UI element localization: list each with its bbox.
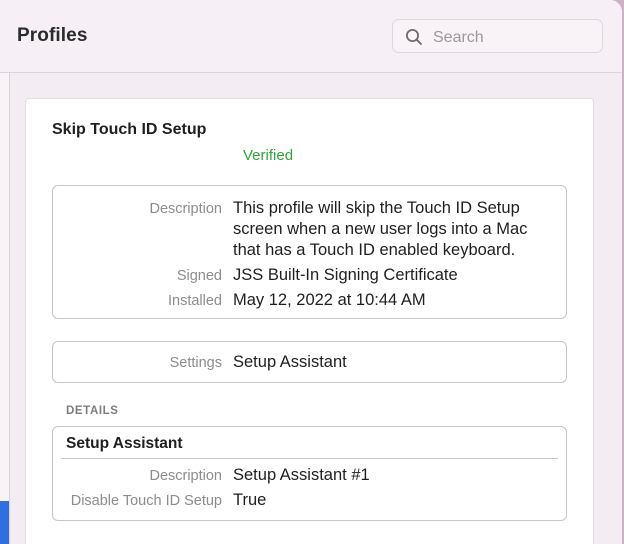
description-line-2: screen when a new user logs into a Mac [233,220,528,238]
profile-summary-box: Description This profile will skip the T… [52,185,567,319]
details-header: DETAILS [66,405,119,417]
signed-value: JSS Built-In Signing Certificate [233,266,458,284]
disable-touch-id-label: Disable Touch ID Setup [70,493,222,509]
title-bar: Profiles Search [0,0,622,73]
profile-detail-panel: Skip Touch ID Setup Verified Description… [25,98,594,544]
disable-touch-id-value: True [233,491,267,509]
installed-label: Installed [167,293,222,309]
details-description-value: Setup Assistant #1 [233,466,370,484]
profile-name: Skip Touch ID Setup [52,121,207,138]
setup-assistant-title: Setup Assistant [66,435,183,452]
search-field[interactable]: Search [392,19,603,53]
settings-box: Settings Setup Assistant [52,341,567,383]
sidebar-selected-item[interactable] [0,501,9,544]
sidebar [0,73,10,544]
description-line-1: This profile will skip the Touch ID Setu… [233,199,520,217]
profiles-window: Profiles Search Skip Touch ID Setup Veri… [0,0,622,544]
description-label: Description [149,201,222,217]
settings-label: Settings [169,355,222,371]
window-title: Profiles [17,25,88,46]
installed-value: May 12, 2022 at 10:44 AM [233,291,426,309]
search-icon [406,29,422,45]
description-line-3: that has a Touch ID enabled keyboard. [233,241,516,259]
settings-value: Setup Assistant [233,353,347,371]
verified-status: Verified [243,147,294,164]
search-placeholder: Search [433,29,484,46]
details-description-label: Description [149,468,222,484]
divider [61,458,558,459]
setup-assistant-box: Setup Assistant Description Setup Assist… [52,426,567,521]
signed-label: Signed [176,268,222,284]
